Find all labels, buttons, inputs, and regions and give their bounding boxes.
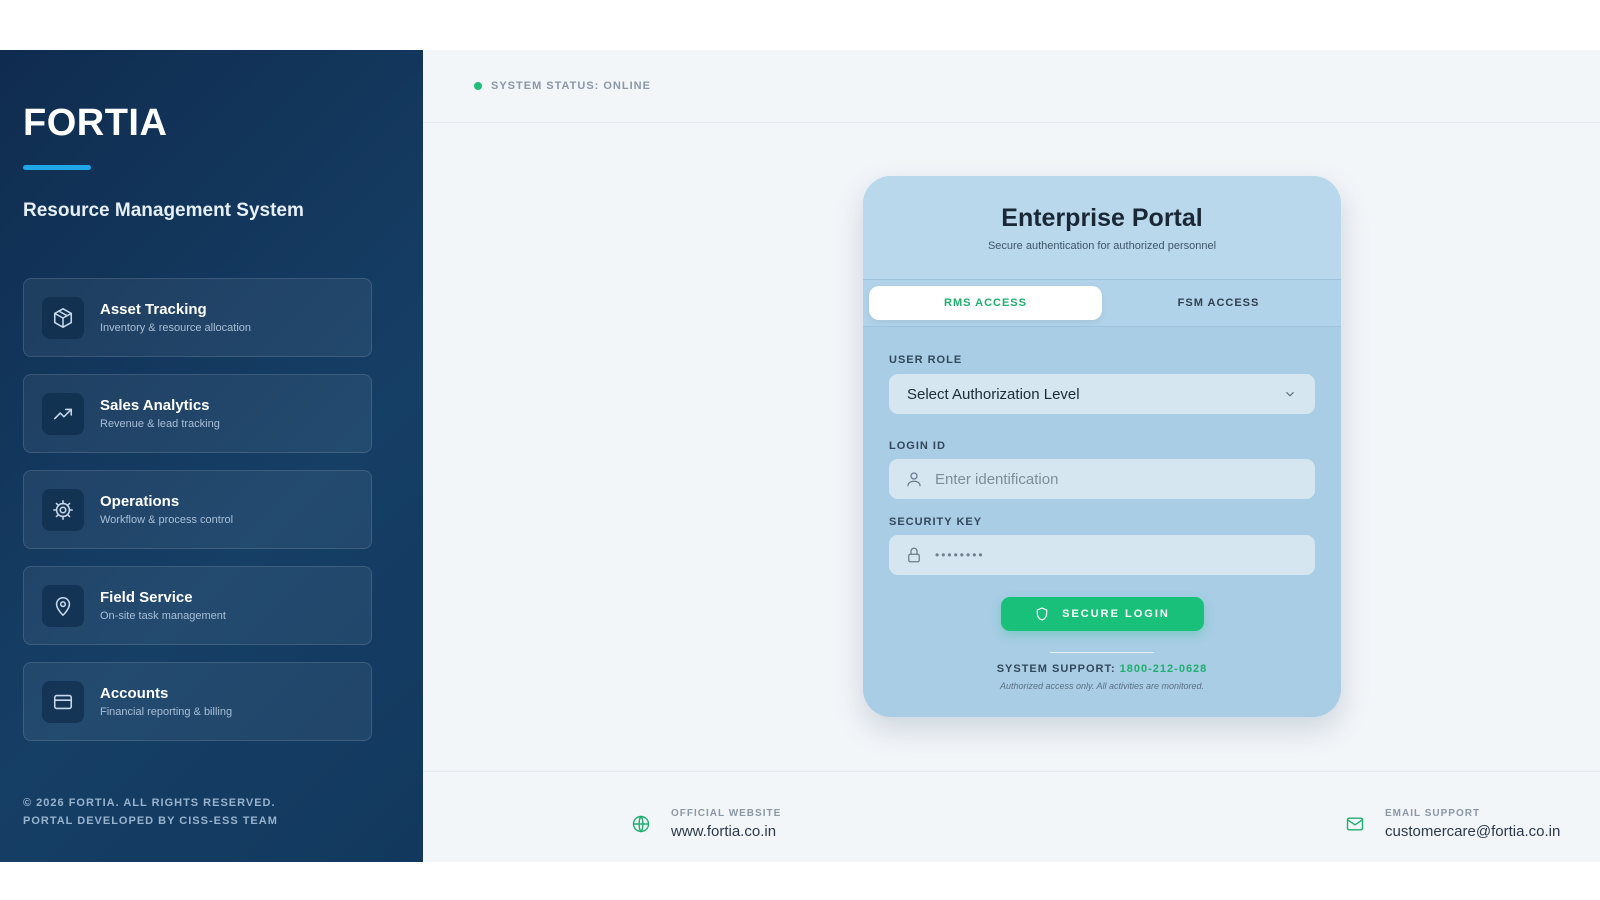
login-id-field[interactable] [889, 459, 1315, 499]
footer: OFFICIAL WEBSITE www.fortia.co.in EMAIL … [423, 771, 1600, 862]
security-key-label: SECURITY KEY [889, 516, 983, 528]
user-role-value: Select Authorization Level [907, 385, 1080, 403]
secure-login-button[interactable]: SECURE LOGIN [1000, 597, 1204, 631]
sidebar-item-desc: Workflow & process control [100, 514, 234, 526]
monitoring-note: Authorized access only. All activities a… [999, 681, 1205, 691]
user-role-label: USER ROLE [889, 354, 963, 366]
login-id-input[interactable] [935, 470, 1275, 488]
map-pin-icon [42, 584, 84, 627]
system-subtitle: Resource Management System [23, 200, 304, 221]
credits-line: PORTAL DEVELOPED BY CISS-ESS TEAM [23, 815, 278, 827]
sidebar-item-desc: Revenue & lead tracking [100, 418, 220, 430]
access-tabs: RMS ACCESS FSM ACCESS [863, 279, 1341, 327]
chevron-down-icon [1286, 391, 1294, 397]
app-frame: FORTIA Resource Management System Asset … [0, 50, 1600, 862]
sidebar-item-asset-tracking[interactable]: Asset Tracking Inventory & resource allo… [23, 278, 372, 357]
email-link[interactable]: customercare@fortia.co.in [1385, 823, 1560, 840]
login-card: Enterprise Portal Secure authentication … [863, 176, 1341, 717]
top-status-bar: SYSTEM STATUS: ONLINE [423, 50, 1600, 123]
security-key-input[interactable]: •••••••• [935, 548, 985, 562]
sidebar-item-desc: Financial reporting & billing [100, 706, 233, 718]
divider [1050, 652, 1154, 653]
login-card-header: Enterprise Portal Secure authentication … [863, 176, 1341, 279]
sidebar-item-title: Accounts [100, 685, 169, 702]
security-key-field[interactable]: •••••••• [889, 535, 1315, 575]
footer-email[interactable]: EMAIL SUPPORT customercare@fortia.co.in [1345, 808, 1560, 840]
box-icon [42, 296, 84, 339]
globe-icon [632, 815, 650, 833]
main-area: SYSTEM STATUS: ONLINE Enterprise Portal … [423, 50, 1600, 862]
sidebar-item-title: Asset Tracking [100, 301, 207, 318]
brand-accent-bar [23, 165, 91, 170]
sidebar-item-title: Sales Analytics [100, 397, 210, 414]
support-phone: 1800-212-0628 [1119, 663, 1208, 675]
sidebar-item-title: Operations [100, 493, 180, 510]
copyright: © 2026 FORTIA. ALL RIGHTS RESERVED. PORT… [23, 794, 278, 830]
mail-icon [1346, 817, 1364, 831]
sidebar: FORTIA Resource Management System Asset … [0, 50, 423, 862]
sidebar-item-accounts[interactable]: Accounts Financial reporting & billing [23, 662, 372, 741]
tab-fsm-access[interactable]: FSM ACCESS [1102, 286, 1335, 320]
trend-up-icon [42, 392, 84, 435]
system-support: SYSTEM SUPPORT: 1800-212-0628 [889, 663, 1315, 675]
user-role-select[interactable]: Select Authorization Level [889, 374, 1315, 414]
module-nav: Asset Tracking Inventory & resource allo… [23, 278, 372, 758]
brand-logo: FORTIA [23, 102, 168, 144]
sidebar-item-field-service[interactable]: Field Service On-site task management [23, 566, 372, 645]
website-link[interactable]: www.fortia.co.in [671, 823, 781, 840]
status-online-icon [474, 82, 482, 90]
gear-icon [42, 488, 84, 531]
credit-card-icon [42, 680, 84, 723]
footer-website[interactable]: OFFICIAL WEBSITE www.fortia.co.in [631, 808, 781, 840]
sidebar-item-title: Field Service [100, 589, 193, 606]
lock-icon [908, 547, 920, 563]
secure-login-label: SECURE LOGIN [1062, 608, 1170, 620]
portal-title: Enterprise Portal [1001, 204, 1203, 232]
tab-rms-access[interactable]: RMS ACCESS [869, 286, 1102, 320]
sidebar-item-operations[interactable]: Operations Workflow & process control [23, 470, 372, 549]
sidebar-item-desc: Inventory & resource allocation [100, 322, 252, 334]
login-id-label: LOGIN ID [889, 440, 946, 452]
system-status: SYSTEM STATUS: ONLINE [491, 80, 651, 92]
user-icon [907, 472, 921, 487]
support-label: SYSTEM SUPPORT: [996, 663, 1116, 675]
login-form: USER ROLE Select Authorization Level LOG… [863, 354, 1341, 691]
sidebar-item-desc: On-site task management [100, 610, 226, 622]
sidebar-item-sales-analytics[interactable]: Sales Analytics Revenue & lead tracking [23, 374, 372, 453]
website-label: OFFICIAL WEBSITE [671, 808, 782, 819]
copyright-line: © 2026 FORTIA. ALL RIGHTS RESERVED. [23, 797, 276, 809]
portal-subtitle: Secure authentication for authorized per… [987, 240, 1217, 252]
shield-icon [1036, 607, 1048, 621]
email-label: EMAIL SUPPORT [1385, 808, 1481, 819]
